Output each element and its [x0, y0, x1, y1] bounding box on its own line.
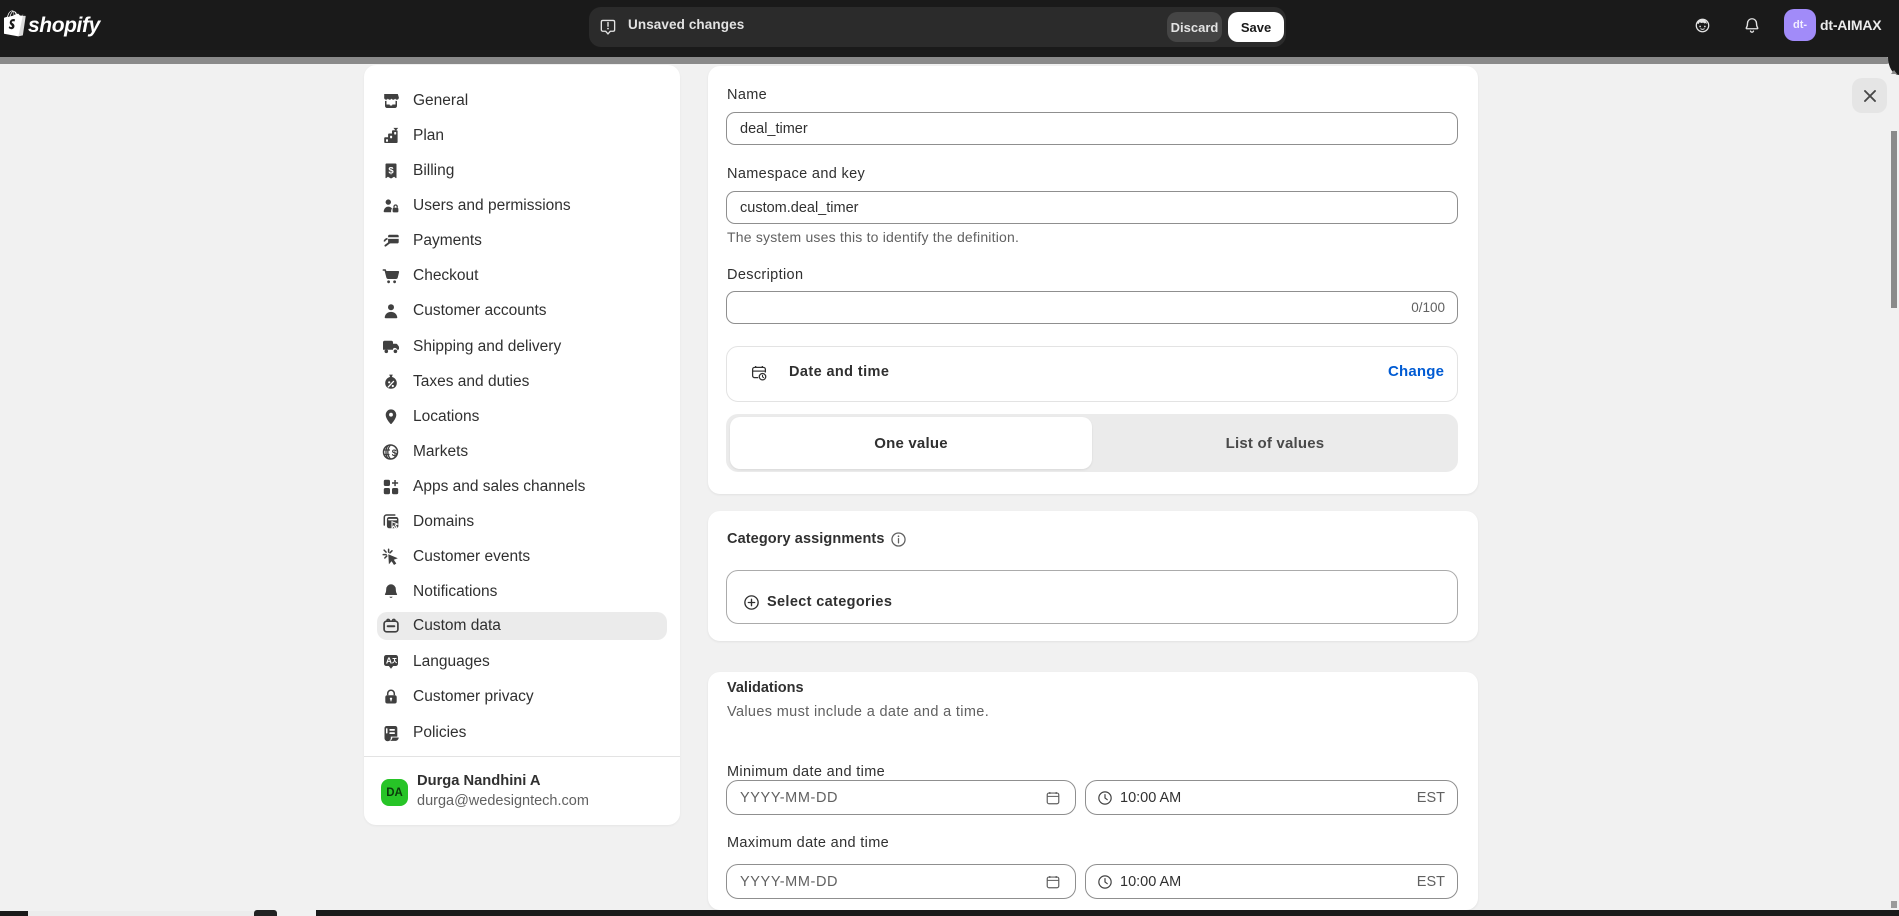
svg-text:$: $ — [388, 166, 394, 177]
svg-text:A: A — [386, 656, 392, 666]
svg-text:$: $ — [392, 448, 397, 458]
